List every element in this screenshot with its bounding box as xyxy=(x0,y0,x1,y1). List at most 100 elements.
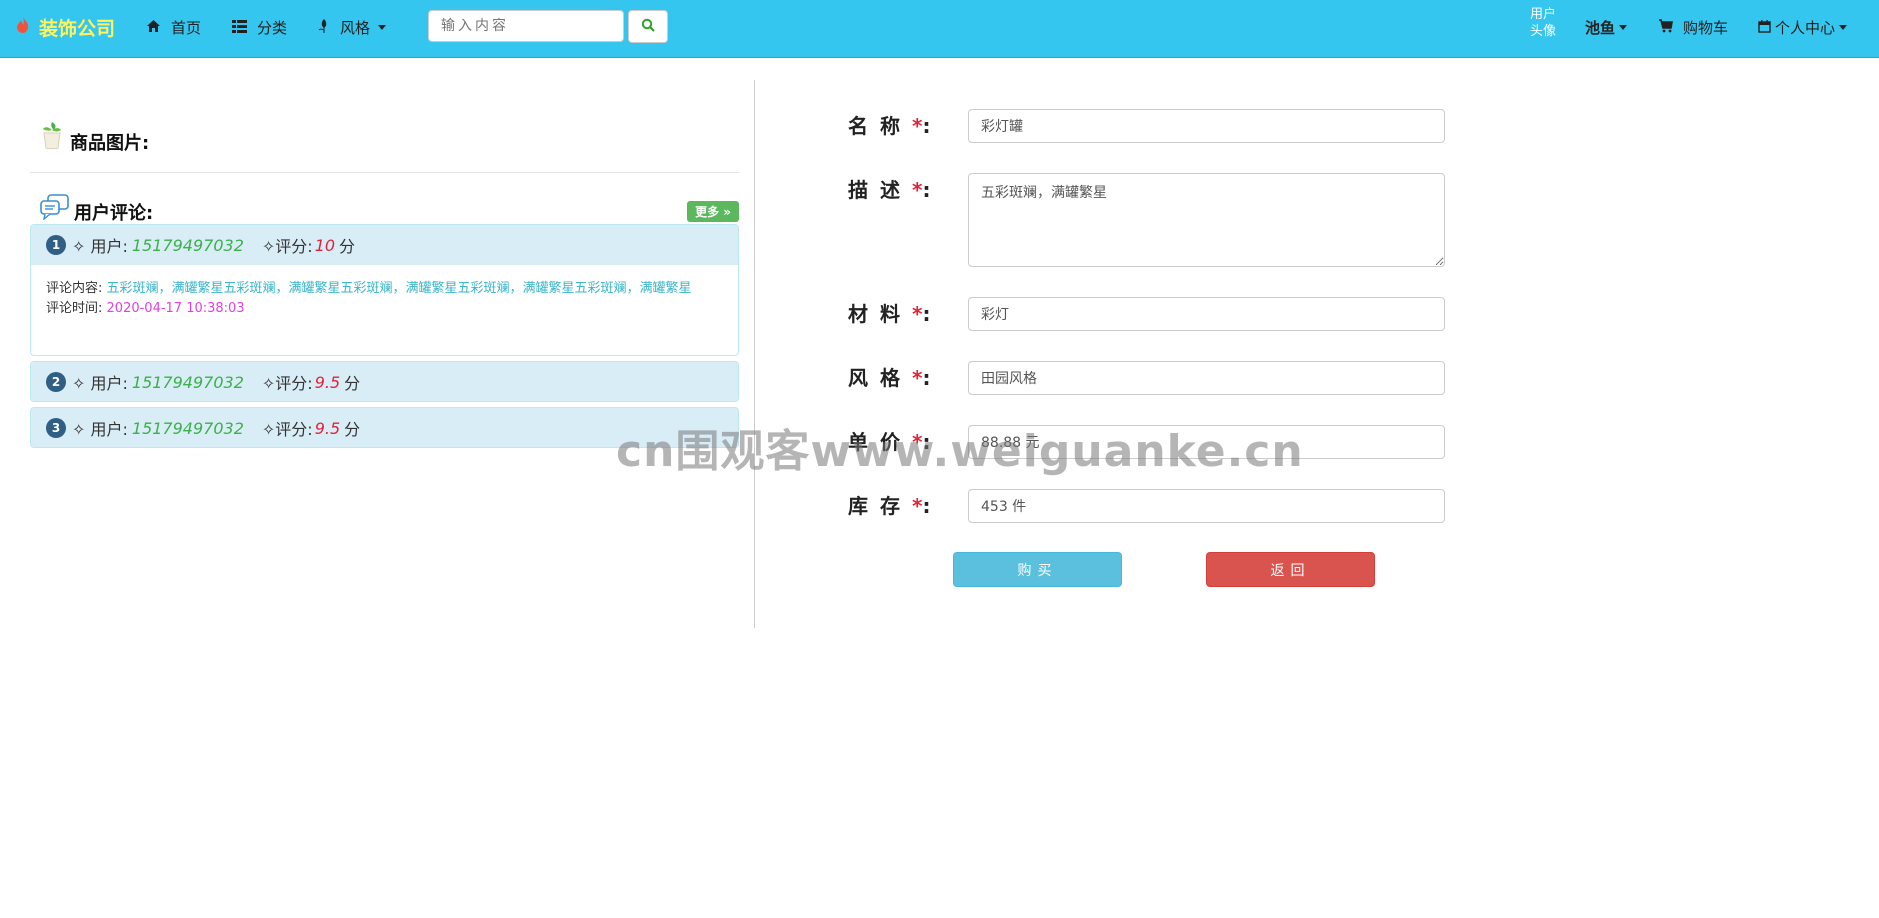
search-input[interactable] xyxy=(428,10,624,42)
comment-item: 3 ✧ 用户: 15179497032 ✧评分: 9.5 分 xyxy=(30,407,739,448)
material-label: 材料*: xyxy=(848,298,930,327)
score-unit: 分 xyxy=(339,237,356,256)
price-field[interactable] xyxy=(968,425,1445,459)
brand[interactable]: 装饰公司 xyxy=(15,14,115,41)
comment-index-badge: 1 xyxy=(46,235,66,255)
comment-index-badge: 3 xyxy=(46,418,66,438)
name-label-text: 名称 xyxy=(848,114,912,138)
chevron-down-icon xyxy=(378,25,387,30)
description-label: 描述*: xyxy=(848,174,930,203)
comment-score: 9.5 xyxy=(314,372,341,392)
nav-category-label: 分类 xyxy=(257,19,288,37)
search-icon xyxy=(641,17,655,36)
nav-style-dropdown[interactable]: 风格 xyxy=(318,17,387,38)
comment-body: 评论内容: 五彩斑斓，满罐繁星五彩斑斓，满罐繁星五彩斑斓，满罐繁星五彩斑斓，满罐… xyxy=(31,265,738,335)
name-field[interactable] xyxy=(968,109,1445,143)
score-label: ✧评分: xyxy=(261,420,313,439)
description-label-text: 描述 xyxy=(848,178,912,202)
comment-item: 2 ✧ 用户: 15179497032 ✧评分: 9.5 分 xyxy=(30,361,739,402)
left-panel: 商品图片: 用户评论: 更多 » 1 ✧ 用户: 15179497032 ✧评分… xyxy=(30,80,739,628)
score-unit: 分 xyxy=(344,374,361,393)
leaf-icon xyxy=(318,18,330,37)
username: 池鱼 xyxy=(1585,19,1616,37)
chat-bubbles-icon xyxy=(40,194,70,225)
content-label: 评论内容: xyxy=(46,281,103,296)
flame-icon xyxy=(15,16,31,39)
comment-header[interactable]: 1 ✧ 用户: 15179497032 ✧评分: 10 分 xyxy=(31,225,738,265)
label-colon: : xyxy=(922,366,931,390)
comment-user: 15179497032 xyxy=(131,418,244,438)
nav-cart[interactable]: 购物车 xyxy=(1658,17,1728,38)
calendar-icon xyxy=(1758,19,1771,37)
user-dropdown[interactable]: 池鱼 xyxy=(1585,17,1628,38)
top-navbar: 装饰公司 首页 分类 风格 用户头像 池鱼 购物车 xyxy=(0,0,1879,58)
required-mark: * xyxy=(912,430,923,454)
nav-home[interactable]: 首页 xyxy=(146,17,201,38)
user-label: ✧ 用户: xyxy=(72,237,128,256)
required-mark: * xyxy=(912,114,923,138)
comment-time: 2020-04-17 10:38:03 xyxy=(106,301,245,316)
required-mark: * xyxy=(912,178,923,202)
label-colon: : xyxy=(922,430,931,454)
home-icon xyxy=(146,19,161,37)
list-icon xyxy=(232,19,247,37)
avatar[interactable]: 用户头像 xyxy=(1530,6,1568,56)
user-label: ✧ 用户: xyxy=(72,374,128,393)
back-button[interactable]: 返回 xyxy=(1206,552,1375,587)
material-field[interactable] xyxy=(968,297,1445,331)
nav-home-label: 首页 xyxy=(171,19,202,37)
brand-name: 装饰公司 xyxy=(39,18,116,40)
comments-title: 用户评论: xyxy=(74,203,154,224)
comment-score: 10 xyxy=(314,235,336,255)
required-mark: * xyxy=(912,366,923,390)
personal-center-label: 个人中心 xyxy=(1775,19,1836,37)
time-label: 评论时间: xyxy=(46,301,103,316)
comment-user: 15179497032 xyxy=(131,372,244,392)
score-label: ✧评分: xyxy=(261,374,313,393)
chevron-down-icon xyxy=(1839,25,1848,30)
buy-button[interactable]: 购买 xyxy=(953,552,1122,587)
comment-item: 1 ✧ 用户: 15179497032 ✧评分: 10 分 评论内容: 五彩斑斓… xyxy=(30,224,739,356)
score-unit: 分 xyxy=(344,420,361,439)
style-field[interactable] xyxy=(968,361,1445,395)
name-label: 名称*: xyxy=(848,110,930,139)
description-field[interactable]: 五彩斑斓，满罐繁星 xyxy=(968,173,1445,267)
comment-score: 9.5 xyxy=(314,418,341,438)
comment-index-badge: 2 xyxy=(46,372,66,392)
cart-icon xyxy=(1658,18,1673,37)
chevron-down-icon xyxy=(1619,25,1628,30)
plant-pot-icon xyxy=(40,120,64,155)
price-label-text: 单价 xyxy=(848,430,912,454)
comment-header[interactable]: 3 ✧ 用户: 15179497032 ✧评分: 9.5 分 xyxy=(31,408,738,447)
style-label: 风格*: xyxy=(848,362,930,391)
personal-center-dropdown[interactable]: 个人中心 xyxy=(1758,17,1848,38)
style-label-text: 风格 xyxy=(848,366,912,390)
required-mark: * xyxy=(912,494,923,518)
search-button[interactable] xyxy=(628,10,668,43)
avatar-alt-text: 用户头像 xyxy=(1530,7,1557,39)
user-label: ✧ 用户: xyxy=(72,420,128,439)
label-colon: : xyxy=(922,494,931,518)
cart-label: 购物车 xyxy=(1683,19,1729,37)
product-images-title: 商品图片: xyxy=(70,133,150,154)
label-colon: : xyxy=(922,302,931,326)
price-label: 单价*: xyxy=(848,426,930,455)
comment-header[interactable]: 2 ✧ 用户: 15179497032 ✧评分: 9.5 分 xyxy=(31,362,738,401)
material-label-text: 材料 xyxy=(848,302,912,326)
divider xyxy=(30,172,739,173)
nav-style-label: 风格 xyxy=(340,19,371,37)
stock-field[interactable] xyxy=(968,489,1445,523)
label-colon: : xyxy=(922,178,931,202)
comment-content: 五彩斑斓，满罐繁星五彩斑斓，满罐繁星五彩斑斓，满罐繁星五彩斑斓，满罐繁星五彩斑斓… xyxy=(106,281,692,296)
nav-category[interactable]: 分类 xyxy=(232,17,287,38)
comments-heading: 用户评论: xyxy=(40,194,153,225)
required-mark: * xyxy=(912,302,923,326)
stock-label-text: 库存 xyxy=(848,494,912,518)
score-label: ✧评分: xyxy=(261,237,313,256)
vertical-divider xyxy=(754,80,755,628)
comment-user: 15179497032 xyxy=(131,235,244,255)
product-images-heading: 商品图片: xyxy=(40,120,149,155)
more-comments-button[interactable]: 更多 » xyxy=(687,201,739,222)
stock-label: 库存*: xyxy=(848,490,930,519)
label-colon: : xyxy=(922,114,931,138)
